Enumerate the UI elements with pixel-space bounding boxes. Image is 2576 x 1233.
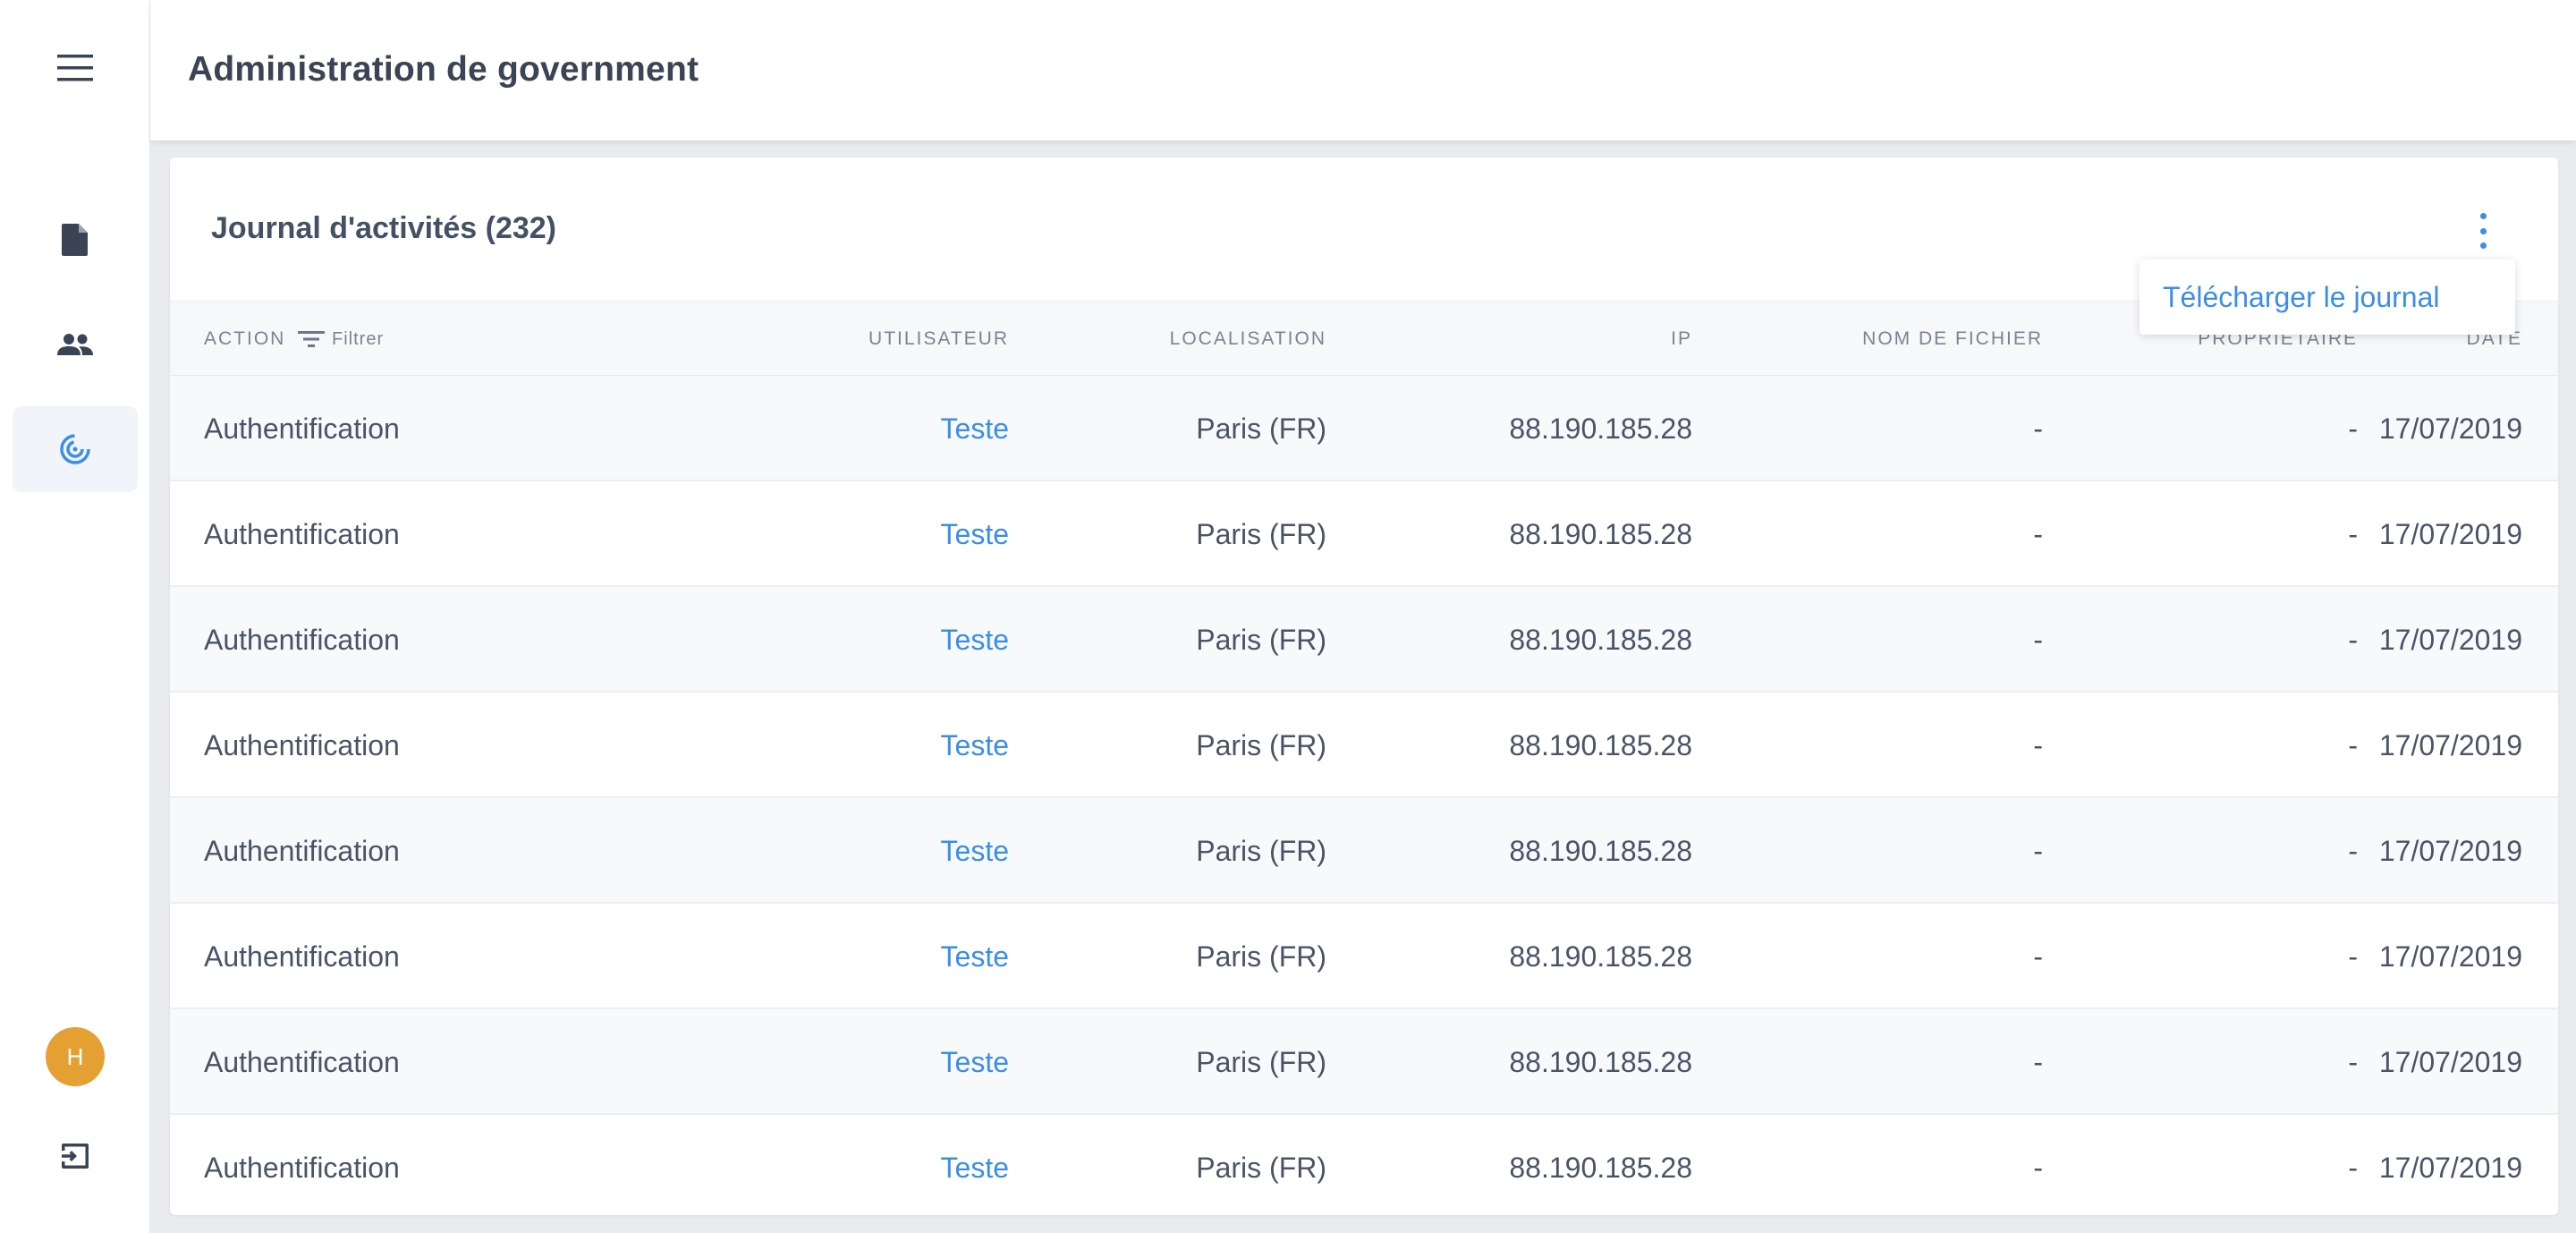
cell-filename: - bbox=[2033, 518, 2043, 550]
cell-owner: - bbox=[2348, 835, 2358, 867]
table-row[interactable]: Authentification Teste Paris (FR) 88.190.18… bbox=[170, 481, 2558, 587]
column-ip[interactable]: IP bbox=[1671, 302, 1692, 377]
table-row[interactable]: Authentification Teste Paris (FR) 88.190.18… bbox=[170, 798, 2558, 904]
cell-date: 17/07/2019 bbox=[2378, 624, 2522, 656]
cell-ip: 88.190.185.28 bbox=[1509, 518, 1692, 550]
cell-location: Paris (FR) bbox=[1196, 1152, 1326, 1184]
cell-owner: - bbox=[2348, 1046, 2358, 1078]
table-row[interactable]: Authentification Teste Paris (FR) 88.190.18… bbox=[170, 587, 2558, 693]
column-user[interactable]: Utilisateur bbox=[869, 302, 1009, 377]
table-row[interactable]: Authentification Teste Paris (FR) 88.190.18… bbox=[170, 693, 2558, 798]
cell-action: Authentification bbox=[204, 518, 400, 550]
filter-button[interactable]: Filtrer bbox=[298, 302, 384, 377]
cell-filename: - bbox=[2033, 729, 2043, 761]
cell-date: 17/07/2019 bbox=[2378, 1046, 2522, 1078]
cell-location: Paris (FR) bbox=[1196, 624, 1326, 656]
filter-label: Filtrer bbox=[332, 328, 385, 349]
cell-user[interactable]: Teste bbox=[941, 798, 1009, 904]
card-title: Journal d'activités (232) bbox=[211, 211, 557, 245]
cell-ip: 88.190.185.28 bbox=[1509, 940, 1692, 973]
cell-filename: - bbox=[2033, 1046, 2043, 1078]
cell-action: Authentification bbox=[204, 729, 400, 761]
cell-user[interactable]: Teste bbox=[941, 481, 1009, 587]
cell-date: 17/07/2019 bbox=[2378, 940, 2522, 973]
table-row[interactable]: Authentification Teste Paris (FR) 88.190.18… bbox=[170, 376, 2558, 481]
cell-filename: - bbox=[2033, 940, 2043, 973]
cell-date: 17/07/2019 bbox=[2378, 835, 2522, 867]
cell-location: Paris (FR) bbox=[1196, 729, 1326, 761]
cell-owner: - bbox=[2348, 624, 2358, 656]
menu-button[interactable] bbox=[13, 25, 138, 111]
cell-location: Paris (FR) bbox=[1196, 518, 1326, 550]
cell-user[interactable]: Teste bbox=[941, 376, 1009, 481]
table-row[interactable]: Authentification Teste Paris (FR) 88.190.18… bbox=[170, 904, 2558, 1009]
cell-ip: 88.190.185.28 bbox=[1509, 729, 1692, 761]
sidebar-item-users[interactable] bbox=[13, 302, 138, 387]
cell-user[interactable]: Teste bbox=[941, 587, 1009, 693]
menu-icon bbox=[57, 55, 93, 81]
cell-owner: - bbox=[2348, 729, 2358, 761]
page-title: Administration de government bbox=[188, 50, 699, 89]
column-location[interactable]: Localisation bbox=[1170, 302, 1326, 377]
cell-owner: - bbox=[2348, 940, 2358, 973]
cell-ip: 88.190.185.28 bbox=[1509, 1046, 1692, 1078]
cell-user[interactable]: Teste bbox=[941, 904, 1009, 1009]
filter-icon bbox=[298, 331, 325, 347]
cell-date: 17/07/2019 bbox=[2378, 729, 2522, 761]
cell-filename: - bbox=[2033, 835, 2043, 867]
cell-owner: - bbox=[2348, 1152, 2358, 1184]
cell-action: Authentification bbox=[204, 412, 400, 445]
cell-location: Paris (FR) bbox=[1196, 835, 1326, 867]
document-icon bbox=[62, 224, 88, 256]
logout-button[interactable] bbox=[13, 1113, 138, 1199]
cell-filename: - bbox=[2033, 624, 2043, 656]
sidebar-item-files[interactable] bbox=[13, 197, 138, 283]
cell-user[interactable]: Teste bbox=[941, 693, 1009, 798]
options-menu: Télécharger le journal bbox=[2140, 259, 2515, 335]
cell-date: 17/07/2019 bbox=[2378, 1152, 2522, 1184]
avatar-initial: H bbox=[66, 1042, 84, 1070]
download-log-menu-item[interactable]: Télécharger le journal bbox=[2163, 281, 2440, 314]
cell-date: 17/07/2019 bbox=[2378, 412, 2522, 445]
cell-action: Authentification bbox=[204, 835, 400, 867]
cell-date: 17/07/2019 bbox=[2378, 518, 2522, 550]
cell-action: Authentification bbox=[204, 940, 400, 973]
cell-location: Paris (FR) bbox=[1196, 1046, 1326, 1078]
avatar[interactable]: H bbox=[46, 1027, 105, 1086]
cell-action: Authentification bbox=[204, 1046, 400, 1078]
cell-owner: - bbox=[2348, 412, 2358, 445]
table-row[interactable]: Authentification Teste Paris (FR) 88.190.18… bbox=[170, 1115, 2558, 1215]
cell-ip: 88.190.185.28 bbox=[1509, 1152, 1692, 1184]
column-action[interactable]: Action bbox=[204, 302, 285, 377]
cell-ip: 88.190.185.28 bbox=[1509, 835, 1692, 867]
users-icon bbox=[57, 334, 93, 355]
cell-location: Paris (FR) bbox=[1196, 412, 1326, 445]
logout-icon bbox=[62, 1144, 89, 1169]
cell-location: Paris (FR) bbox=[1196, 940, 1326, 973]
table-row[interactable]: Authentification Teste Paris (FR) 88.190.18… bbox=[170, 1009, 2558, 1115]
sidebar: H bbox=[0, 0, 150, 1233]
cell-user[interactable]: Teste bbox=[941, 1009, 1009, 1115]
cell-owner: - bbox=[2348, 518, 2358, 550]
cell-action: Authentification bbox=[204, 624, 400, 656]
cell-filename: - bbox=[2033, 1152, 2043, 1184]
sidebar-item-activity[interactable] bbox=[13, 406, 138, 492]
cell-ip: 88.190.185.28 bbox=[1509, 624, 1692, 656]
cell-ip: 88.190.185.28 bbox=[1509, 412, 1692, 445]
activity-icon bbox=[60, 434, 90, 464]
cell-filename: - bbox=[2033, 412, 2043, 445]
more-options-icon[interactable] bbox=[2474, 213, 2492, 249]
cell-action: Authentification bbox=[204, 1152, 400, 1184]
cell-user[interactable]: Teste bbox=[941, 1115, 1009, 1215]
column-filename[interactable]: Nom de fichier bbox=[1862, 302, 2043, 377]
top-header: Administration de government bbox=[150, 0, 2576, 140]
